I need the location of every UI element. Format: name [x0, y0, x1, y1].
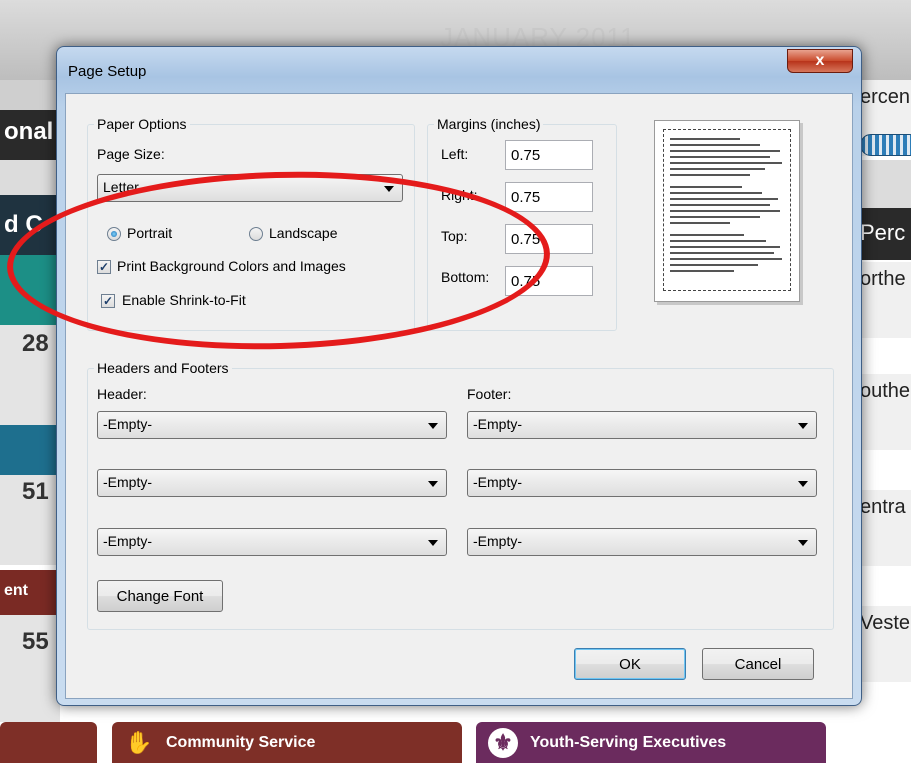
margins-title: Margins (inches)	[434, 116, 544, 132]
preview-text-line	[670, 270, 734, 272]
footer-select-3[interactable]: -Empty-	[467, 528, 817, 556]
footer-select-1[interactable]: -Empty-	[467, 411, 817, 439]
change-font-button[interactable]: Change Font	[97, 580, 223, 612]
preview-text-line	[670, 198, 778, 200]
header-value: -Empty-	[103, 474, 152, 490]
page-preview	[654, 120, 800, 302]
chevron-down-icon	[798, 423, 808, 429]
preview-text-line	[670, 210, 780, 212]
background-number: 28	[22, 330, 49, 357]
headers-footers-title: Headers and Footers	[94, 360, 232, 376]
footer-value: -Empty-	[473, 474, 522, 490]
preview-text-line	[670, 258, 782, 260]
preview-text-line	[670, 186, 742, 188]
preview-text-line	[670, 264, 758, 266]
community-service-label: Community Service	[166, 733, 316, 751]
preview-text-line	[670, 192, 762, 194]
background-left-label: ent	[0, 570, 60, 615]
preview-text-line	[670, 168, 765, 170]
close-icon: x	[815, 52, 825, 69]
preview-text-line	[670, 234, 744, 236]
dialog-title: Page Setup	[68, 63, 147, 80]
header-select-3[interactable]: -Empty-	[97, 528, 447, 556]
youth-serving-executives-tab[interactable]: ⚜ Youth-Serving Executives	[476, 722, 826, 763]
community-service-tab[interactable]: ✋ Community Service	[112, 722, 462, 763]
background-tab[interactable]	[0, 722, 97, 763]
background-left-label: onal	[0, 110, 60, 160]
chevron-down-icon	[428, 481, 438, 487]
hand-icon: ✋	[125, 729, 153, 755]
background-right-label: Veste	[860, 612, 911, 634]
preview-text-line	[670, 222, 730, 224]
footer-value: -Empty-	[473, 533, 522, 549]
preview-text-line	[670, 162, 782, 164]
header-label: Header:	[97, 386, 147, 402]
preview-text-line	[670, 144, 760, 146]
background-number: 51	[22, 478, 49, 505]
dialog-titlebar[interactable]: Page Setup x	[57, 47, 861, 93]
background-right-label: outhe	[860, 380, 911, 402]
header-select-1[interactable]: -Empty-	[97, 411, 447, 439]
header-value: -Empty-	[103, 533, 152, 549]
background-number: 55	[22, 628, 49, 655]
background-right-label: Perc	[860, 220, 906, 245]
preview-text-line	[670, 252, 774, 254]
chevron-down-icon	[428, 540, 438, 546]
background-right-label: entra	[860, 496, 906, 518]
preview-text-line	[670, 174, 750, 176]
progress-pill	[860, 134, 911, 156]
preview-text-line	[670, 204, 770, 206]
preview-text-line	[670, 216, 760, 218]
preview-text-line	[670, 156, 770, 158]
preview-text-line	[670, 150, 780, 152]
chevron-down-icon	[798, 540, 808, 546]
page-setup-dialog: Page Setup x Paper Options Page Size: Le…	[56, 46, 862, 706]
page-size-label: Page Size:	[97, 146, 165, 162]
footer-value: -Empty-	[473, 416, 522, 432]
ok-button[interactable]: OK	[574, 648, 686, 680]
margin-right-input[interactable]: 0.75	[505, 182, 593, 212]
page-preview-margins	[663, 129, 791, 291]
header-value: -Empty-	[103, 416, 152, 432]
fleur-de-lis-icon: ⚜	[488, 727, 518, 758]
chevron-down-icon	[798, 481, 808, 487]
margin-left-input[interactable]: 0.75	[505, 140, 593, 170]
footer-label: Footer:	[467, 386, 512, 402]
paper-options-title: Paper Options	[94, 116, 190, 132]
background-blue-band	[0, 425, 60, 475]
margin-left-label: Left:	[441, 146, 469, 162]
preview-text-line	[670, 138, 740, 140]
background-right-label: ercen	[860, 86, 911, 108]
close-button[interactable]: x	[787, 49, 853, 73]
header-select-2[interactable]: -Empty-	[97, 469, 447, 497]
cancel-button[interactable]: Cancel	[702, 648, 814, 680]
preview-text-line	[670, 246, 780, 248]
preview-text-line	[670, 240, 766, 242]
chevron-down-icon	[428, 423, 438, 429]
youth-serving-executives-label: Youth-Serving Executives	[530, 733, 727, 751]
background-right-label: orthe	[860, 268, 906, 290]
footer-select-2[interactable]: -Empty-	[467, 469, 817, 497]
